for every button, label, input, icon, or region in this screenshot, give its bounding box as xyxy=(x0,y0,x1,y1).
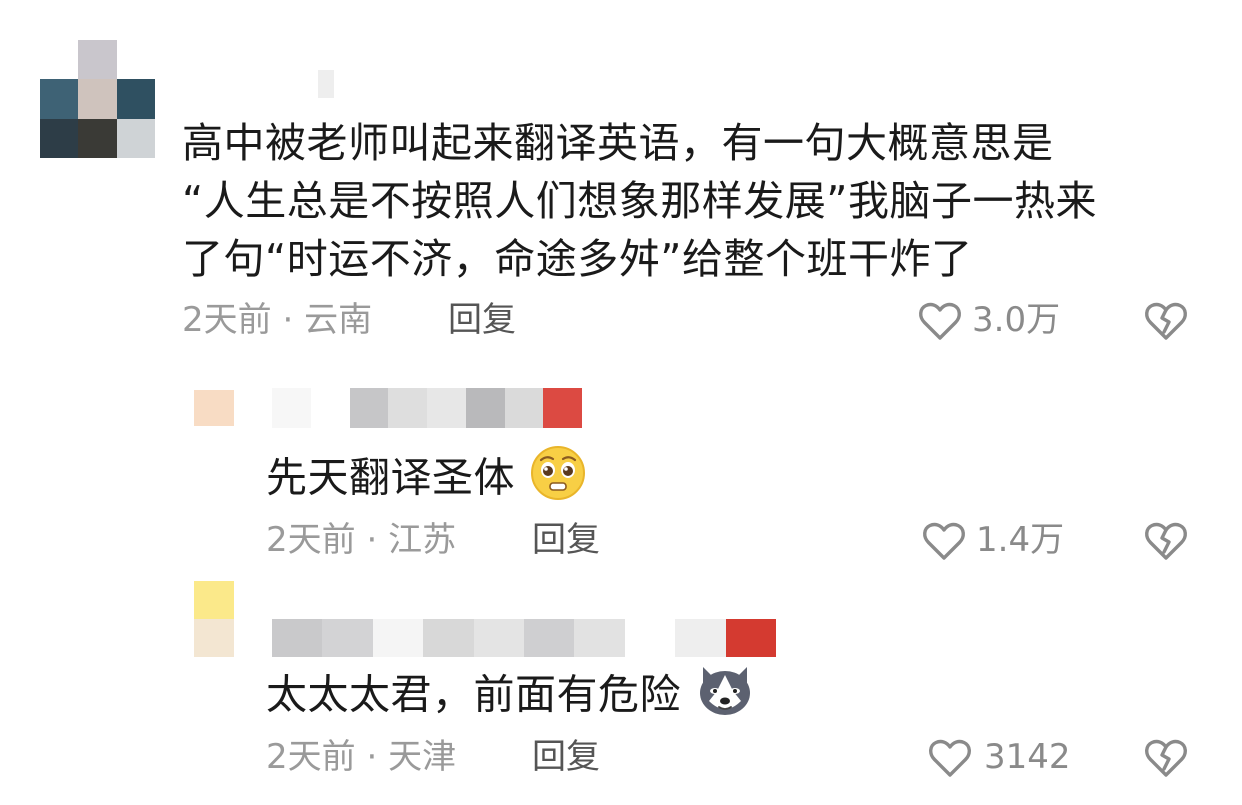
meta-separator: · xyxy=(271,300,305,340)
dislike-button[interactable] xyxy=(1142,733,1190,781)
avatar[interactable] xyxy=(40,40,155,158)
broken-heart-icon xyxy=(1145,302,1187,340)
heart-icon xyxy=(929,739,971,777)
comment-meta: 2天前 · 云南 xyxy=(182,300,372,340)
comment-time: 2天前 xyxy=(182,300,272,340)
dislike-button[interactable] xyxy=(1142,296,1190,344)
like-button[interactable] xyxy=(916,296,964,344)
reply-button[interactable]: 回复 xyxy=(448,300,516,340)
reply-comment-1: 先天翻译圣体 2天前 · 江苏 回复 1.4万 xyxy=(0,370,1242,570)
like-button[interactable] xyxy=(920,516,968,564)
username-blurred[interactable] xyxy=(272,388,582,428)
username-blurred[interactable] xyxy=(318,70,334,98)
broken-heart-icon xyxy=(1145,739,1187,777)
comment-text-line-3: 了句“时运不济，命途多舛”给整个班干炸了 xyxy=(182,235,973,283)
reply-text: 太太太君，前面有危险 xyxy=(266,661,755,734)
reply-button[interactable]: 回复 xyxy=(532,737,600,777)
reply-location: 天津 xyxy=(388,737,457,777)
reply-meta: 2天前 · 天津 xyxy=(266,737,456,777)
heart-icon xyxy=(919,302,961,340)
reply-time: 2天前 xyxy=(266,737,356,777)
like-count: 1.4万 xyxy=(976,520,1065,560)
like-button[interactable] xyxy=(926,733,974,781)
heart-icon xyxy=(923,522,965,560)
like-count: 3.0万 xyxy=(972,300,1061,340)
comment-text: 高中被老师叫起来翻译英语，有一句大概意思是 “人生总是不按照人们想象那样发展”我… xyxy=(182,114,1232,288)
meta-separator: · xyxy=(355,520,389,560)
reply-avatar[interactable] xyxy=(194,581,234,657)
reply-button[interactable]: 回复 xyxy=(532,520,600,560)
broken-heart-icon xyxy=(1145,522,1187,560)
reply-text-content: 太太太君，前面有危险 xyxy=(266,670,681,719)
pleading-face-emoji xyxy=(529,444,587,517)
reply-text: 先天翻译圣体 xyxy=(266,444,587,517)
like-count: 3142 xyxy=(984,737,1071,777)
reply-comment-2: 太太太君，前面有危险 2天前 · 天津 回复 3142 xyxy=(0,575,1242,805)
comment-location: 云南 xyxy=(304,300,373,340)
comment-text-line-1: 高中被老师叫起来翻译英语，有一句大概意思是 xyxy=(182,119,1054,167)
husky-dog-emoji xyxy=(695,661,755,734)
reply-avatar[interactable] xyxy=(194,390,234,426)
reply-location: 江苏 xyxy=(388,520,457,560)
username-blurred[interactable] xyxy=(272,619,776,657)
comment-text-line-2: “人生总是不按照人们想象那样发展”我脑子一热来 xyxy=(182,177,1097,225)
dislike-button[interactable] xyxy=(1142,516,1190,564)
reply-time: 2天前 xyxy=(266,520,356,560)
meta-separator: · xyxy=(355,737,389,777)
reply-text-content: 先天翻译圣体 xyxy=(266,453,515,502)
comment-1: 高中被老师叫起来翻译英语，有一句大概意思是 “人生总是不按照人们想象那样发展”我… xyxy=(0,0,1242,360)
reply-meta: 2天前 · 江苏 xyxy=(266,520,456,560)
